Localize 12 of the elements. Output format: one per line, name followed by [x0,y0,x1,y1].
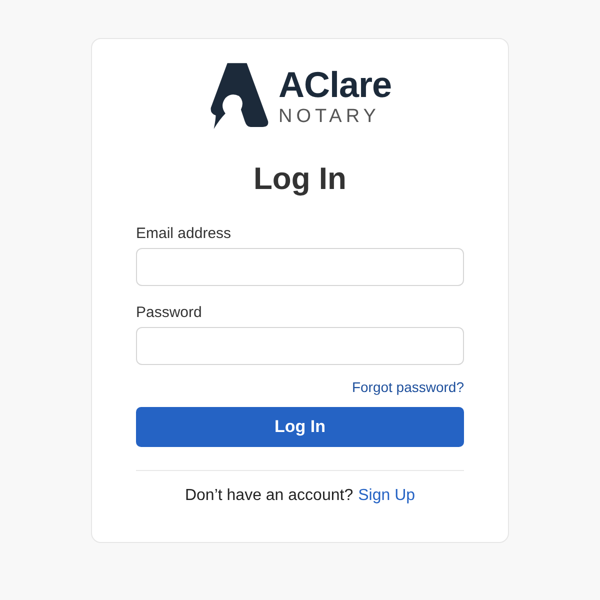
field-label: Password [136,304,203,321]
field-label: Email address [136,225,232,242]
forgot-password-link[interactable]: Forgot password? [352,379,464,395]
brand-name: AClare [278,66,392,102]
input-field[interactable] [136,248,464,286]
login-button[interactable]: Log In [136,407,464,447]
sign-up-link[interactable]: Sign Up [358,487,416,505]
page-title: Log In [252,161,348,197]
input-field[interactable] [136,327,464,365]
logo-icon [208,61,270,131]
signup-prompt: Don’t have an account? [184,487,354,505]
brand-subtitle: NOTARY [278,106,381,126]
